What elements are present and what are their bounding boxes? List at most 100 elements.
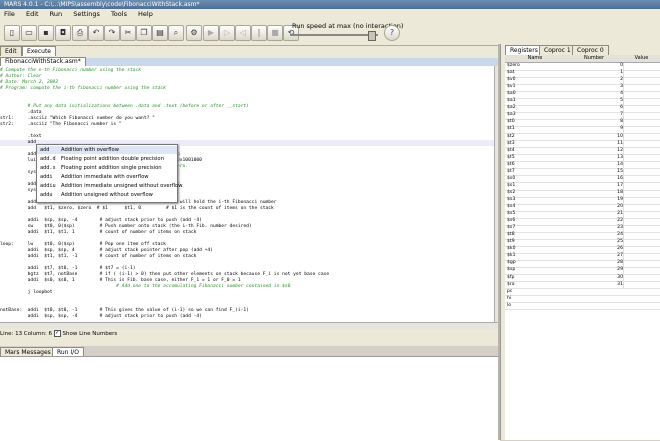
- title-bar: MARS 4.0.1 - C:\...\MIPS\assembly\code\F…: [0, 0, 660, 9]
- copy-icon[interactable]: ❐: [136, 25, 152, 41]
- step-icon[interactable]: ▷: [219, 25, 235, 41]
- menu-settings[interactable]: Settings: [73, 10, 100, 18]
- autocomplete-item[interactable]: addu Addition unsigned without overflow: [37, 191, 177, 199]
- register-name: $s4: [507, 204, 516, 209]
- register-name: $t3: [507, 140, 515, 146]
- redo-icon[interactable]: ↷: [104, 25, 120, 41]
- register-name: $v0: [507, 77, 516, 83]
- code-line[interactable]: addi $t1, $t1, -1 # count of number of i…: [0, 254, 494, 260]
- register-name: lo: [507, 302, 512, 308]
- register-name: $sp: [507, 267, 516, 273]
- register-number: 19: [565, 196, 624, 204]
- menu-help[interactable]: Help: [138, 10, 153, 18]
- cut-icon[interactable]: ✂: [120, 25, 136, 41]
- show-line-numbers-checkbox[interactable]: ✓: [53, 330, 61, 337]
- tab-edit[interactable]: Edit: [0, 46, 22, 56]
- register-number: 8: [565, 119, 624, 127]
- header-name[interactable]: Name: [505, 55, 566, 63]
- file-tab-bar: FibonacciWithStack.asm*: [0, 57, 498, 66]
- code-line[interactable]: addi $sp, $sp, -4 # adjust stack prior t…: [0, 314, 494, 320]
- register-name: pc: [507, 288, 513, 294]
- register-number: 15: [565, 168, 624, 176]
- autocomplete-desc: Addition immediate with overflow: [61, 174, 149, 180]
- tab-execute[interactable]: Execute: [22, 46, 56, 56]
- print-icon[interactable]: ⎙: [72, 25, 88, 41]
- autocomplete-item[interactable]: add.s Floating point addition single prec…: [37, 164, 177, 172]
- register-name: $s3: [507, 196, 516, 202]
- register-number: 12: [565, 147, 624, 155]
- pause-icon[interactable]: ‖: [251, 25, 267, 41]
- register-name: $t6: [507, 161, 515, 167]
- register-name: $a1: [507, 98, 516, 104]
- register-number: 16: [565, 175, 624, 183]
- autocomplete-desc: Floating point addition single precision: [61, 165, 162, 171]
- open-icon[interactable]: ▭: [21, 25, 37, 41]
- messages-area[interactable]: [0, 356, 500, 441]
- code-line[interactable]: str2: .asciiz "The Fibonacci number is ": [0, 122, 494, 128]
- backstep-icon[interactable]: ◁: [235, 25, 251, 41]
- register-number: 0: [565, 63, 624, 70]
- register-number: 23: [565, 225, 624, 232]
- find-icon[interactable]: ⌕: [168, 25, 184, 41]
- run-icon[interactable]: ▶: [203, 25, 219, 41]
- tab-coproc1[interactable]: Coproc 1: [539, 45, 576, 55]
- autocomplete-item[interactable]: add Addition with overflow: [37, 146, 177, 154]
- autocomplete-key: addiu: [40, 183, 56, 189]
- register-name: $t5: [507, 154, 515, 160]
- register-name: $fp: [507, 274, 515, 280]
- register-number: 11: [565, 140, 624, 148]
- slider-track: [290, 34, 378, 36]
- tab-coproc0[interactable]: Coproc 0: [572, 45, 609, 55]
- code-line[interactable]: # Program: compute the i-th fibonacci nu…: [0, 86, 494, 92]
- paste-icon[interactable]: ▤: [152, 25, 168, 41]
- register-number: 5: [565, 98, 624, 105]
- autocomplete-item[interactable]: addiu Addition immediate unsigned without…: [37, 182, 182, 190]
- autocomplete-desc: Addition with overflow: [61, 147, 119, 153]
- run-speed-slider[interactable]: [290, 31, 378, 41]
- autocomplete-item[interactable]: add.d Floating point addition double prec…: [37, 155, 177, 163]
- register-number: 28: [565, 260, 624, 268]
- header-value[interactable]: Value: [623, 55, 660, 63]
- save-as-icon[interactable]: ◘: [55, 25, 71, 41]
- register-number: 7: [565, 112, 624, 120]
- menu-tools[interactable]: Tools: [111, 10, 127, 18]
- register-number: 27: [565, 253, 624, 261]
- register-name: hi: [507, 295, 512, 301]
- register-name: $v1: [507, 84, 516, 90]
- register-number: 20: [565, 204, 624, 211]
- menu-file[interactable]: File: [4, 10, 15, 18]
- register-number: 17: [565, 182, 624, 190]
- autocomplete-popup: add Addition with overflow add.d Floating p…: [36, 144, 182, 203]
- autocomplete-desc: Floating point addition double precision: [61, 156, 164, 162]
- register-number: 30: [565, 274, 624, 282]
- menu-edit[interactable]: Edit: [26, 10, 39, 18]
- code-line[interactable]: j loopbot: [0, 290, 494, 296]
- tab-registers[interactable]: Registers: [505, 45, 543, 55]
- stop-icon[interactable]: ■: [267, 25, 283, 41]
- register-name: $s7: [507, 225, 516, 231]
- editor-horizontal-scrollbar[interactable]: [0, 322, 498, 329]
- autocomplete-item[interactable]: addi Addition immediate with overflow: [37, 173, 177, 181]
- register-number: 25: [565, 239, 624, 246]
- undo-icon[interactable]: ↶: [88, 25, 104, 41]
- slider-thumb[interactable]: [367, 31, 376, 41]
- new-icon[interactable]: ▯: [4, 25, 20, 41]
- register-table: Name Number Value $zero 0 $at 1 $v0 2 $v1 3 $a0 4…: [505, 55, 660, 440]
- register-name: $t7: [507, 168, 515, 174]
- menu-run[interactable]: Run: [50, 10, 62, 18]
- window-title: MARS 4.0.1 - C:\...\MIPS\assembly\code\F…: [4, 1, 200, 8]
- register-name: $s5: [507, 211, 516, 217]
- help-icon[interactable]: ?: [384, 25, 400, 41]
- code-line[interactable]: add $t1, $zero, $zero # $1 $t1, 0 # $1 i…: [0, 206, 494, 212]
- save-icon[interactable]: ▪: [38, 25, 54, 41]
- register-row[interactable]: lo: [505, 303, 660, 311]
- register-name: $k0: [507, 246, 516, 252]
- register-name: $s1: [507, 182, 516, 188]
- register-name: $s2: [507, 189, 516, 195]
- assemble-icon[interactable]: ⚙: [186, 25, 202, 41]
- header-number[interactable]: Number: [565, 55, 624, 63]
- register-number: 3: [565, 84, 624, 91]
- autocomplete-key: addu: [40, 192, 53, 198]
- code-line[interactable]: addi $t1, $t1, 1 # count of number of it…: [0, 230, 494, 236]
- tab-file[interactable]: FibonacciWithStack.asm*: [0, 57, 86, 66]
